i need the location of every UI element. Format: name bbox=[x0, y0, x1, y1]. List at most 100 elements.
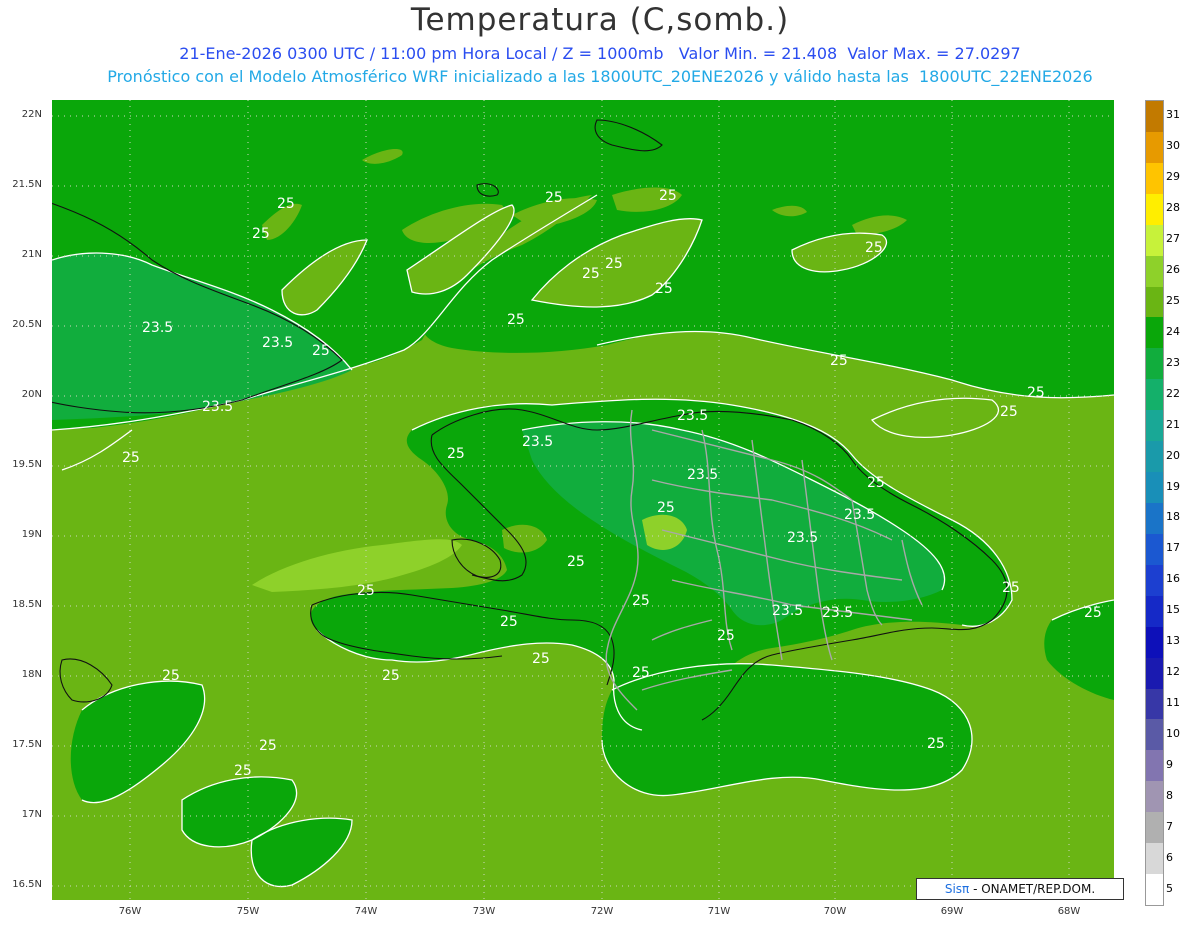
legend-swatch bbox=[1146, 317, 1163, 349]
legend-label: 19 bbox=[1166, 479, 1180, 493]
longitude-label: 70W bbox=[823, 906, 847, 917]
contour-label: 23.5 bbox=[142, 320, 173, 336]
credit-text: - ONAMET/REP.DOM. bbox=[969, 882, 1096, 896]
longitude-label: 72W bbox=[590, 906, 614, 917]
legend-label: 6 bbox=[1166, 850, 1173, 864]
legend-swatch bbox=[1146, 812, 1163, 844]
legend-swatch bbox=[1146, 719, 1163, 751]
contour-label: 23.5 bbox=[787, 530, 818, 546]
legend-swatch bbox=[1146, 533, 1163, 566]
contour-label: 25 bbox=[252, 226, 270, 242]
latitude-label: 20.5N bbox=[12, 319, 42, 330]
legend-swatch bbox=[1146, 255, 1163, 288]
legend-swatch bbox=[1146, 688, 1163, 720]
contour-label: 25 bbox=[234, 763, 252, 779]
legend-swatch bbox=[1146, 843, 1163, 875]
contour-label: 25 bbox=[259, 738, 277, 754]
contour-label: 25 bbox=[567, 554, 585, 570]
latitude-label: 22N bbox=[21, 109, 42, 120]
longitude-label: 68W bbox=[1057, 906, 1081, 917]
contour-label: 25 bbox=[865, 240, 883, 256]
legend-label: 8 bbox=[1166, 788, 1173, 802]
legend-label: 10 bbox=[1166, 726, 1180, 740]
legend-swatch bbox=[1146, 595, 1163, 628]
contour-label: 25 bbox=[867, 475, 885, 491]
longitude-label: 76W bbox=[118, 906, 142, 917]
contour-label: 25 bbox=[382, 668, 400, 684]
legend-label: 21 bbox=[1166, 417, 1180, 431]
latitude-label: 20N bbox=[21, 389, 42, 400]
contour-label: 23.5 bbox=[844, 507, 875, 523]
contour-label: 25 bbox=[659, 188, 677, 204]
legend-label: 28 bbox=[1166, 201, 1180, 215]
contour-label: 23.5 bbox=[202, 399, 233, 415]
legend-label: 17 bbox=[1166, 541, 1180, 555]
map-subtitle-date: 21-Ene-2026 0300 UTC / 11:00 pm Hora Loc… bbox=[179, 44, 1021, 63]
legend-swatch bbox=[1146, 564, 1163, 597]
contour-label: 25 bbox=[162, 668, 180, 684]
legend-label: 31 bbox=[1166, 108, 1180, 122]
contour-label: 25 bbox=[500, 614, 518, 630]
map-area: 25 25 23.5 23.5 25 23.5 25 25 25 25 25 25 25 25 25 25 25… bbox=[52, 100, 1114, 900]
contour-label: 23.5 bbox=[772, 603, 803, 619]
legend-label: 22 bbox=[1166, 386, 1180, 400]
legend-swatch bbox=[1146, 874, 1163, 906]
latitude-label: 18.5N bbox=[12, 599, 42, 610]
contour-label: 25 bbox=[277, 196, 295, 212]
legend-swatch bbox=[1146, 131, 1163, 164]
legend-swatch bbox=[1146, 626, 1163, 659]
legend-swatch bbox=[1146, 472, 1163, 504]
legend-label: 12 bbox=[1166, 665, 1180, 679]
legend-swatch bbox=[1146, 379, 1163, 411]
legend-label: 25 bbox=[1166, 294, 1180, 307]
contour-label: 23.5 bbox=[687, 467, 718, 483]
contour-label: 25 bbox=[1027, 385, 1045, 401]
legend-swatch bbox=[1146, 348, 1163, 380]
contour-label: 25 bbox=[545, 190, 563, 206]
contour-label: 25 bbox=[717, 628, 735, 644]
legend-label: 26 bbox=[1166, 263, 1180, 277]
credit-sis: Sisπ bbox=[944, 882, 970, 896]
legend-swatch bbox=[1146, 750, 1163, 782]
contour-label: 23.5 bbox=[677, 408, 708, 424]
contour-label: 25 bbox=[655, 281, 673, 297]
contour-label: 25 bbox=[582, 266, 600, 282]
contour-label: 25 bbox=[312, 343, 330, 359]
latitude-label: 17N bbox=[21, 809, 42, 820]
contour-label: 25 bbox=[357, 583, 375, 599]
legend-label: 11 bbox=[1166, 696, 1180, 709]
latitude-label: 19N bbox=[21, 529, 42, 540]
contour-label: 25 bbox=[632, 665, 650, 681]
legend-label: 13 bbox=[1166, 634, 1180, 648]
contour-label: 25 bbox=[1000, 404, 1018, 420]
legend-label: 15 bbox=[1166, 603, 1180, 617]
legend-label: 9 bbox=[1166, 757, 1173, 771]
legend-swatch bbox=[1146, 224, 1163, 257]
credit-box: Sisπ - ONAMET/REP.DOM. bbox=[916, 878, 1124, 900]
contour-label: 25 bbox=[830, 353, 848, 369]
legend-swatch bbox=[1146, 193, 1163, 226]
latitude-label: 21N bbox=[21, 249, 42, 260]
longitude-label: 75W bbox=[236, 906, 260, 917]
longitude-label: 73W bbox=[472, 906, 496, 917]
longitude-label: 69W bbox=[940, 906, 964, 917]
legend-label: 7 bbox=[1166, 819, 1173, 833]
contour-label: 25 bbox=[605, 256, 623, 272]
legend-label: 29 bbox=[1166, 170, 1180, 184]
legend-swatch bbox=[1146, 101, 1163, 133]
legend-label: 5 bbox=[1166, 881, 1173, 895]
legend-swatch bbox=[1146, 441, 1163, 473]
longitude-label: 74W bbox=[354, 906, 378, 917]
contour-label: 25 bbox=[632, 593, 650, 609]
temperature-map: 25 25 23.5 23.5 25 23.5 25 25 25 25 25 25 25 25 25 25 25… bbox=[52, 100, 1114, 900]
legend-label: 18 bbox=[1166, 510, 1180, 524]
legend-swatch bbox=[1146, 781, 1163, 813]
legend-label: 16 bbox=[1166, 572, 1180, 586]
legend-label: 23 bbox=[1166, 355, 1180, 369]
contour-label: 23.5 bbox=[262, 335, 293, 351]
color-legend bbox=[1145, 100, 1164, 906]
legend-swatch bbox=[1146, 657, 1163, 690]
contour-label: 25 bbox=[507, 312, 525, 328]
map-title: Temperatura (C,somb.) bbox=[410, 2, 790, 38]
legend-swatch bbox=[1146, 503, 1163, 535]
